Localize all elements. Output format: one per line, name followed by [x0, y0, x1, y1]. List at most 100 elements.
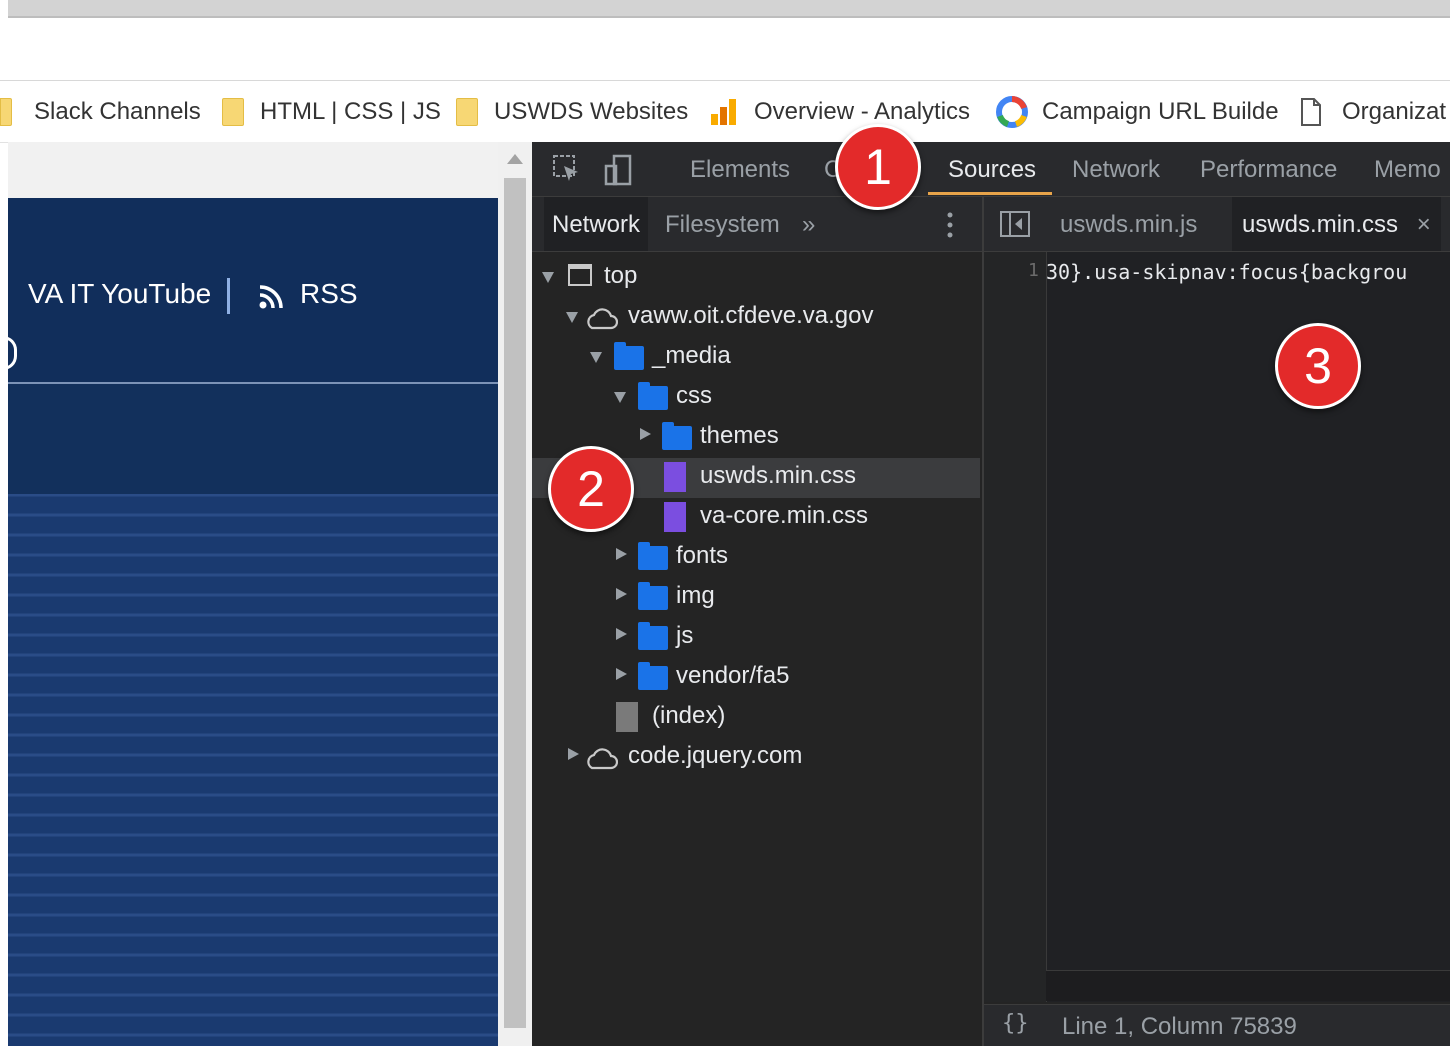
tree-item-label: js: [676, 622, 694, 649]
tree-item-label: _media: [652, 342, 731, 369]
scrollbar-thumb[interactable]: [504, 178, 526, 1028]
rss-icon[interactable]: [258, 280, 288, 310]
code-editor[interactable]: 1 30}.usa-skipnav:focus{backgrou: [984, 252, 1450, 1002]
editor-horizontal-scrollbar[interactable]: [1046, 970, 1450, 1001]
tree-item-label: (index): [652, 702, 726, 729]
bookmark-label: Overview - Analytics: [754, 98, 971, 125]
cursor-position: Line 1, Column 75839: [1062, 1013, 1297, 1040]
editor-tab-label: uswds.min.css: [1242, 211, 1399, 238]
document-icon: [616, 702, 638, 732]
folder-icon: [638, 582, 668, 610]
collapse-arrow-icon[interactable]: [568, 748, 579, 760]
page-header: VA IT YouTube RSS: [8, 198, 498, 384]
folder-icon: [0, 98, 12, 126]
code-line[interactable]: 30}.usa-skipnav:focus{backgrou: [1046, 260, 1407, 284]
tree-item-img-folder[interactable]: img: [532, 578, 980, 618]
folder-icon: [638, 382, 668, 410]
rss-link[interactable]: RSS: [300, 278, 358, 310]
bookmarks-bar: Slack Channels HTML | CSS | JS USWDS Web…: [0, 82, 1450, 143]
toggle-navigator-icon[interactable]: [1000, 211, 1030, 237]
tree-item-code-jquery[interactable]: code.jquery.com: [532, 738, 980, 778]
collapse-arrow-icon[interactable]: [616, 588, 627, 600]
css-file-icon: [664, 502, 686, 532]
callout-1: 1: [835, 124, 921, 210]
cloud-icon: [587, 748, 618, 770]
page-scrollbar[interactable]: [498, 142, 532, 1046]
folder-icon: [638, 622, 668, 650]
editor-tab-uswds-min-css[interactable]: uswds.min.css ×: [1232, 197, 1441, 251]
tree-item-label: themes: [700, 422, 779, 449]
document-icon: [1301, 98, 1321, 126]
devtools-main-tabs: Elements C Sources Network Performance M…: [532, 142, 1450, 197]
page-top-strip: [8, 142, 498, 198]
tree-item-label: css: [676, 382, 712, 409]
expand-arrow-icon[interactable]: [590, 352, 602, 363]
tree-item-label: img: [676, 582, 715, 609]
bookmark-html-css-js[interactable]: HTML | CSS | JS: [222, 82, 441, 142]
folder-icon: [638, 662, 668, 690]
tab-network[interactable]: Network: [1072, 142, 1160, 196]
collapse-arrow-icon[interactable]: [616, 668, 627, 680]
cloud-icon: [587, 308, 618, 330]
callout-2: 2: [548, 446, 634, 532]
devtools-panel: Elements C Sources Network Performance M…: [532, 142, 1450, 1046]
youtube-icon: [8, 336, 17, 370]
line-number: 1: [1028, 260, 1039, 281]
bookmark-uswds-websites[interactable]: USWDS Websites: [456, 82, 688, 142]
collapse-arrow-icon[interactable]: [616, 548, 627, 560]
bookmark-organization[interactable]: Organizat: [1300, 82, 1446, 142]
editor-tab-uswds-min-js[interactable]: uswds.min.js: [1060, 197, 1197, 251]
tab-memory[interactable]: Memo: [1374, 142, 1441, 196]
folder-icon: [222, 98, 244, 126]
tree-item-index[interactable]: (index): [532, 698, 980, 738]
tree-item-css-folder[interactable]: css: [532, 378, 980, 418]
bookmark-label: Organizat: [1342, 98, 1447, 125]
inspect-element-icon[interactable]: [552, 154, 582, 184]
editor-tabs: uswds.min.js uswds.min.css ×: [984, 197, 1450, 252]
youtube-link[interactable]: VA IT YouTube: [28, 278, 211, 310]
expand-arrow-icon[interactable]: [566, 312, 578, 323]
folder-icon: [638, 542, 668, 570]
tab-network-navigator[interactable]: Network: [544, 197, 649, 251]
page-band: [8, 384, 498, 494]
more-tabs-icon[interactable]: »: [802, 197, 815, 251]
toolbar-area: [0, 18, 1450, 81]
tab-elements[interactable]: Elements: [690, 142, 790, 196]
css-file-icon: [664, 462, 686, 492]
bookmark-slack-channels[interactable]: Slack Channels: [0, 82, 201, 142]
device-toolbar-icon[interactable]: [604, 154, 634, 186]
active-tab-indicator: [928, 192, 1052, 195]
pretty-print-icon[interactable]: {}: [1002, 1011, 1029, 1036]
tree-item-label: code.jquery.com: [628, 742, 803, 769]
tree-item-label: va-core.min.css: [700, 502, 869, 529]
tree-item-top[interactable]: top: [532, 258, 980, 298]
folder-icon: [456, 98, 478, 126]
bookmark-campaign-url-builder[interactable]: Campaign URL Builde: [996, 82, 1279, 142]
tab-filesystem[interactable]: Filesystem: [665, 197, 780, 251]
more-options-icon[interactable]: [946, 211, 954, 239]
editor-status-bar: {} Line 1, Column 75839: [984, 1004, 1450, 1046]
folder-icon: [662, 422, 692, 450]
tab-sources[interactable]: Sources: [948, 142, 1036, 196]
tree-item-label: vendor/fa5: [676, 662, 790, 689]
tree-item-js-folder[interactable]: js: [532, 618, 980, 658]
expand-arrow-icon[interactable]: [614, 392, 626, 403]
bookmark-label: Campaign URL Builde: [1042, 98, 1279, 125]
bookmark-label: HTML | CSS | JS: [260, 98, 441, 125]
navigator-tabs: Network Filesystem »: [532, 197, 982, 252]
tab-performance[interactable]: Performance: [1200, 142, 1337, 196]
page-hero-pattern: [8, 494, 498, 1046]
tree-item-label: uswds.min.css: [700, 462, 857, 489]
tree-item-fonts-folder[interactable]: fonts: [532, 538, 980, 578]
expand-arrow-icon[interactable]: [542, 272, 554, 283]
scroll-up-arrow-icon[interactable]: [507, 154, 523, 164]
collapse-arrow-icon[interactable]: [640, 428, 651, 440]
tree-item-media-folder[interactable]: _media: [532, 338, 980, 378]
close-tab-icon[interactable]: ×: [1417, 211, 1431, 238]
collapse-arrow-icon[interactable]: [616, 628, 627, 640]
tree-item-domain[interactable]: vaww.oit.cfdeve.va.gov: [532, 298, 980, 338]
tree-item-label: top: [604, 262, 638, 289]
bookmark-overview-analytics[interactable]: Overview - Analytics: [710, 82, 970, 142]
line-number-gutter: 1: [984, 252, 1047, 1002]
tree-item-vendor-fa5-folder[interactable]: vendor/fa5: [532, 658, 980, 698]
